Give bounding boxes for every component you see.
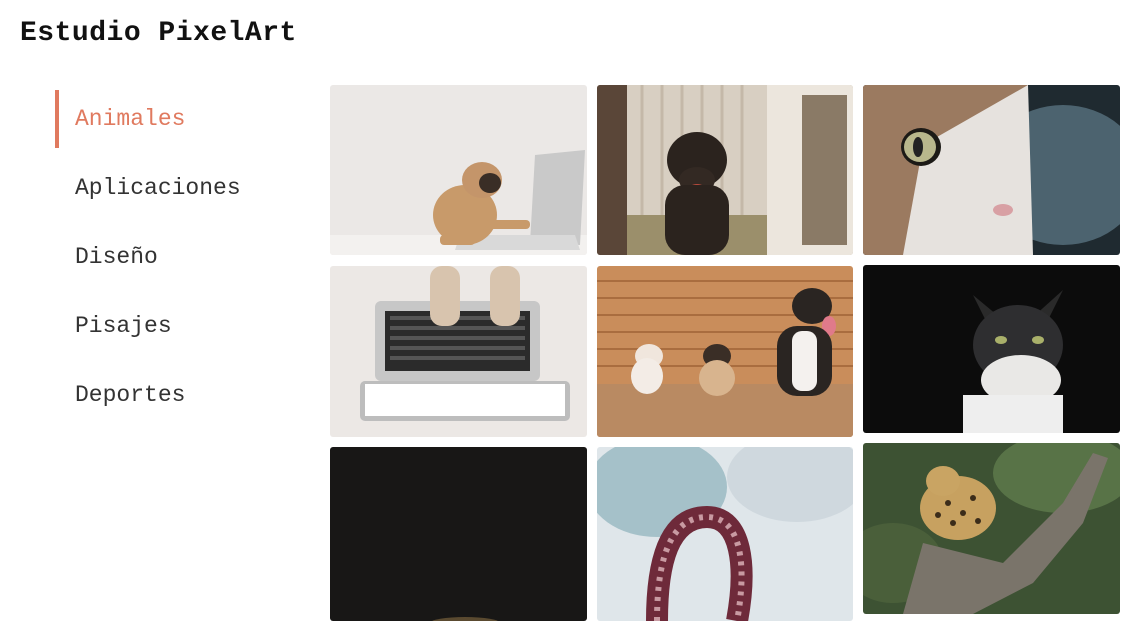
nav-item-pisajes[interactable]: Pisajes xyxy=(55,297,315,355)
category-nav: Animales Aplicaciones Diseño Pisajes Dep… xyxy=(55,90,315,435)
photo-cat-eye[interactable] xyxy=(863,85,1120,255)
nav-item-animales[interactable]: Animales xyxy=(55,90,315,148)
photo-octopus-tentacle[interactable] xyxy=(597,447,853,621)
photo-leopard-tree[interactable] xyxy=(863,443,1120,614)
site-title: Estudio PixelArt xyxy=(20,18,297,49)
photo-black-dog[interactable] xyxy=(597,85,853,255)
nav-item-deportes[interactable]: Deportes xyxy=(55,366,315,424)
nav-item-aplicaciones[interactable]: Aplicaciones xyxy=(55,159,315,217)
photo-pug-laptop[interactable] xyxy=(330,85,587,255)
photo-dark[interactable] xyxy=(330,447,587,621)
photo-three-dogs[interactable] xyxy=(597,266,853,437)
photo-paws-keyboard[interactable] xyxy=(330,266,587,437)
nav-item-diseno[interactable]: Diseño xyxy=(55,228,315,286)
photo-black-white-cat[interactable] xyxy=(863,265,1120,433)
